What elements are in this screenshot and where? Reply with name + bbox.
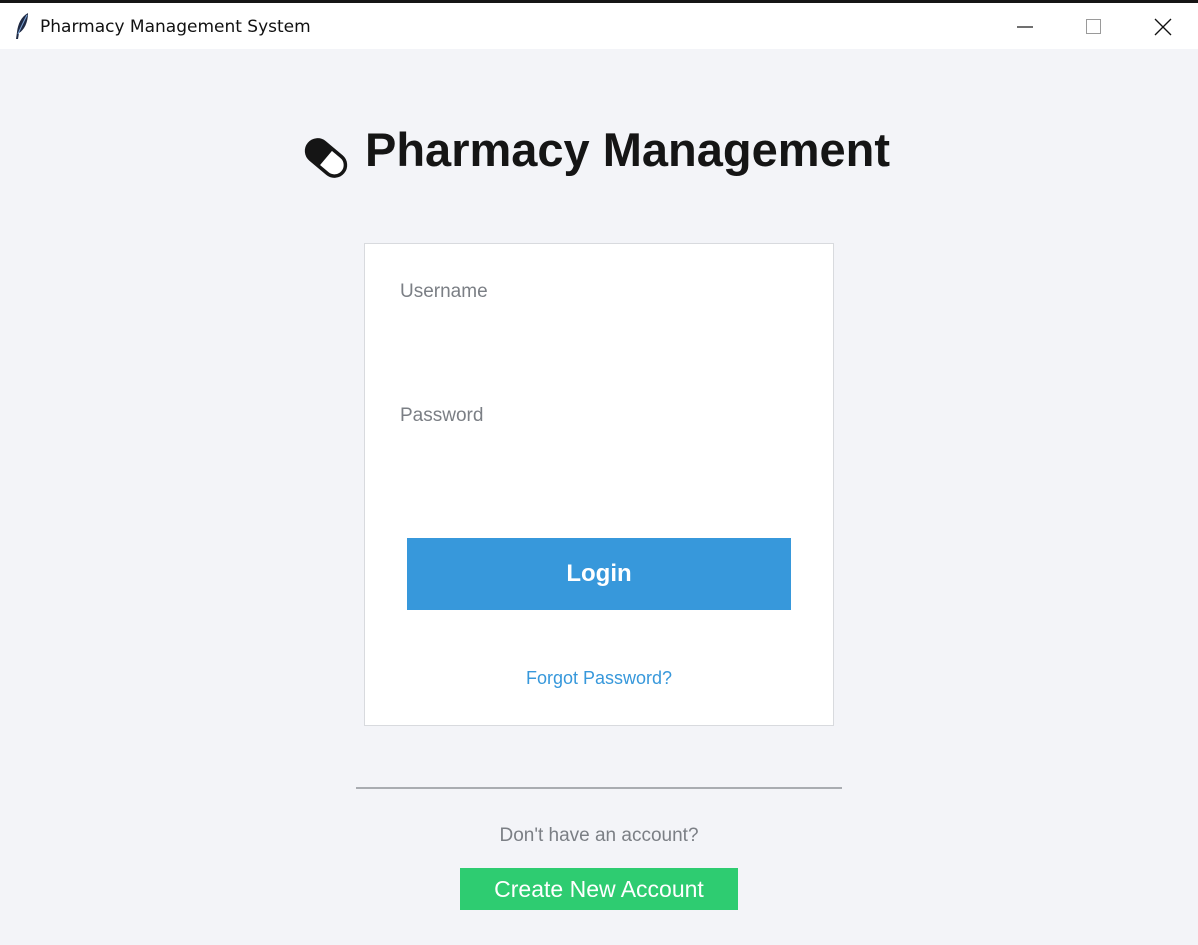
username-input[interactable] — [400, 310, 790, 344]
close-icon — [1154, 18, 1172, 36]
password-input[interactable] — [400, 434, 790, 468]
login-card: Username Password Login Forgot Password? — [364, 243, 834, 726]
username-label: Username — [400, 281, 488, 302]
minimize-icon — [1017, 26, 1033, 28]
no-account-prompt: Don't have an account? — [499, 825, 699, 846]
pill-icon — [302, 134, 350, 182]
page-title: Pharmacy Management — [365, 123, 891, 176]
password-label: Password — [400, 405, 484, 426]
feather-icon — [13, 12, 33, 40]
create-account-button[interactable]: Create New Account — [460, 868, 738, 910]
forgot-password-link[interactable]: Forgot Password? — [365, 668, 833, 689]
login-button[interactable]: Login — [407, 538, 791, 610]
close-button[interactable] — [1128, 3, 1198, 49]
divider — [356, 787, 842, 789]
window-title: Pharmacy Management System — [40, 17, 311, 37]
maximize-button[interactable] — [1059, 3, 1129, 49]
maximize-icon — [1086, 19, 1101, 34]
window-titlebar: Pharmacy Management System — [0, 3, 1198, 49]
minimize-button[interactable] — [990, 3, 1060, 49]
